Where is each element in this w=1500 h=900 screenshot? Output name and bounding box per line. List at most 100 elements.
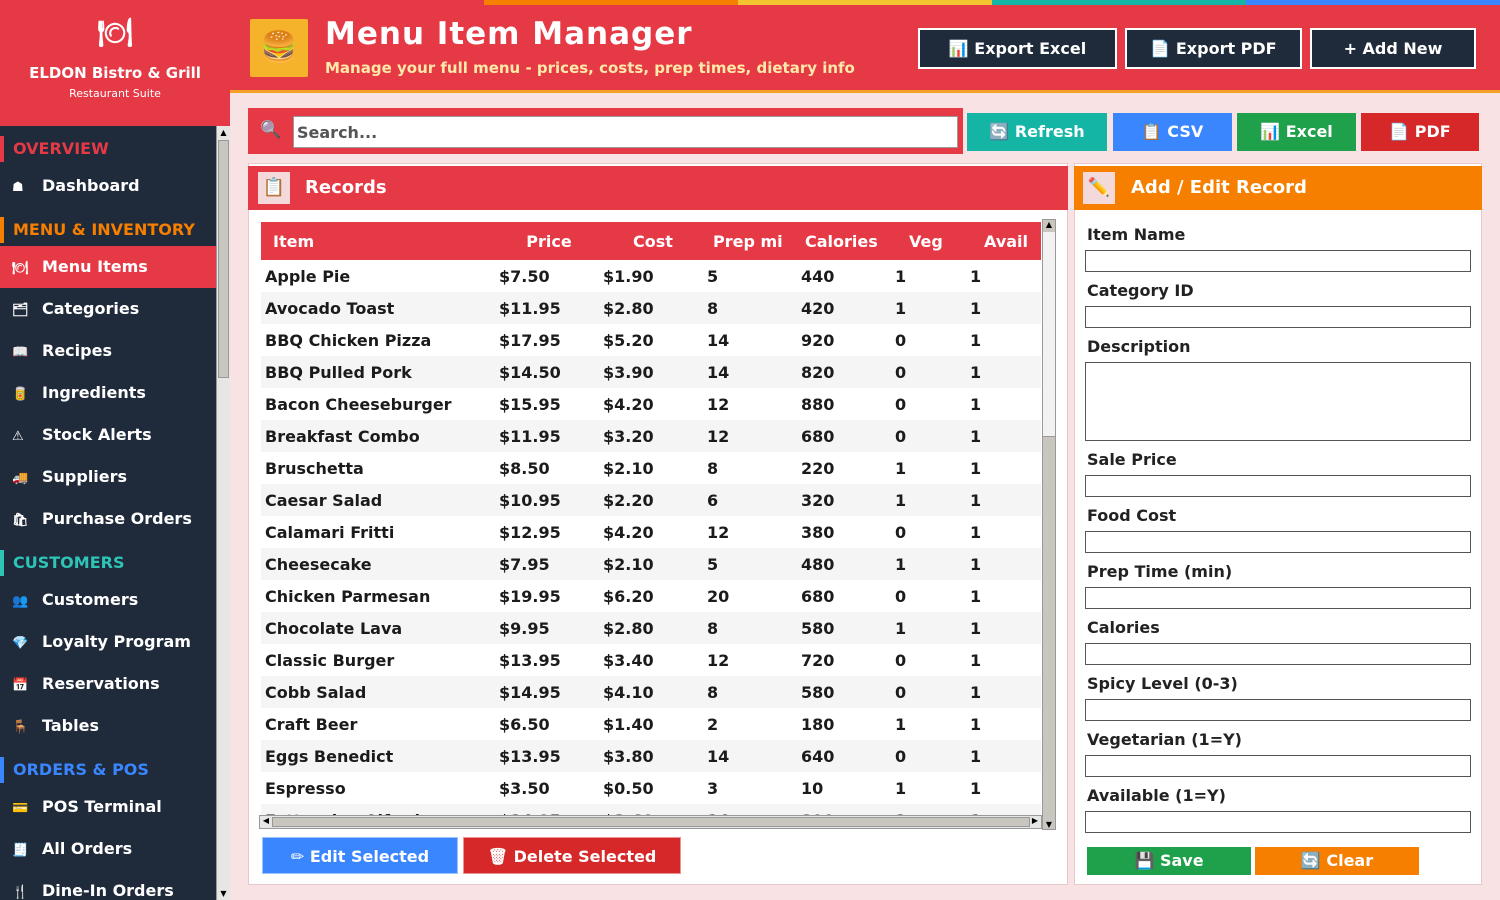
- scroll-up-arrow-icon[interactable]: ▲: [1043, 220, 1055, 229]
- table-cell: 14: [703, 740, 797, 772]
- refresh-button[interactable]: 🔄 Refresh: [967, 113, 1107, 151]
- table-cell: 12: [707, 650, 730, 670]
- table-cell: 1: [966, 292, 1041, 324]
- table-cell: 0: [895, 394, 907, 414]
- table-cell: 1: [970, 714, 982, 734]
- sidebar-scrollbar[interactable]: ▲ ▼: [216, 126, 230, 900]
- accent-stripe: [738, 0, 992, 5]
- scrollbar-thumb[interactable]: [1043, 232, 1055, 437]
- table-row[interactable]: Calamari Fritti $12.95 $4.20 12 380 0 1: [261, 516, 1041, 548]
- scroll-up-arrow-icon[interactable]: ▲: [217, 126, 230, 139]
- table-row[interactable]: BBQ Pulled Pork $14.50 $3.90 14 820 0 1: [261, 356, 1041, 388]
- column-header-avail[interactable]: Avail: [966, 222, 1041, 260]
- sidebar-item-reservations[interactable]: 📅 Reservations: [0, 663, 216, 705]
- scroll-down-arrow-icon[interactable]: ▼: [1043, 820, 1055, 829]
- table-row[interactable]: Espresso $3.50 $0.50 3 10 1 1: [261, 772, 1041, 804]
- column-header-item[interactable]: Item: [261, 222, 495, 260]
- table-row[interactable]: Breakfast Combo $11.95 $3.20 12 680 0 1: [261, 420, 1041, 452]
- sidebar-item-dashboard[interactable]: ☗ Dashboard: [0, 165, 216, 207]
- sidebar-item-stock-alerts[interactable]: ⚠ Stock Alerts: [0, 414, 216, 456]
- table-row[interactable]: BBQ Chicken Pizza $17.95 $5.20 14 920 0 1: [261, 324, 1041, 356]
- records-title: Records: [305, 177, 387, 198]
- sidebar-item-label: Dine-In Orders: [42, 881, 174, 900]
- table-row[interactable]: Eggs Benedict $13.95 $3.80 14 640 0 1: [261, 740, 1041, 772]
- save-button[interactable]: 💾 Save: [1087, 847, 1251, 875]
- nav-section-menu-inventory: MENU & INVENTORY: [0, 217, 216, 243]
- column-header-calories[interactable]: Calories: [797, 222, 891, 260]
- column-header-veg[interactable]: Veg: [891, 222, 966, 260]
- table-row[interactable]: Avocado Toast $11.95 $2.80 8 420 1 1: [261, 292, 1041, 324]
- prep-time-input[interactable]: [1085, 587, 1471, 609]
- sidebar-item-label: Stock Alerts: [42, 425, 152, 444]
- table-cell: 6: [703, 484, 797, 516]
- card-icon: 💳: [12, 801, 29, 816]
- export-pdf-button[interactable]: 📄 Export PDF: [1125, 28, 1302, 69]
- search-input[interactable]: [293, 116, 958, 148]
- table-cell: 2: [707, 714, 719, 734]
- table-header-row: Item Price Cost Prep mi Calories Veg Ava…: [261, 222, 1041, 260]
- delete-selected-button[interactable]: 🗑 Delete Selected: [463, 837, 681, 874]
- food-cost-input[interactable]: [1085, 531, 1471, 553]
- table-cell: 1: [966, 356, 1041, 388]
- scrollbar-thumb[interactable]: [218, 140, 229, 378]
- table-row[interactable]: Chocolate Lava $9.95 $2.80 8 580 1 1: [261, 612, 1041, 644]
- table-cell: $13.95: [499, 650, 561, 670]
- table-vertical-scrollbar[interactable]: ▲ ▼: [1042, 219, 1056, 830]
- sidebar-item-all-orders[interactable]: 🧾 All Orders: [0, 828, 216, 870]
- table-cell: 1: [970, 650, 982, 670]
- field-label: Sale Price: [1087, 450, 1177, 469]
- table-cell: Fettuccine Alfredo: [261, 804, 495, 815]
- vegetarian-input[interactable]: [1085, 755, 1471, 777]
- table-row[interactable]: Craft Beer $6.50 $1.40 2 180 1 1: [261, 708, 1041, 740]
- sidebar-item-label: Suppliers: [42, 467, 128, 486]
- field-label: Food Cost: [1087, 506, 1177, 525]
- sidebar-item-suppliers[interactable]: 🚚 Suppliers: [0, 456, 216, 498]
- sidebar-item-menu-items[interactable]: 🍽 Menu Items: [0, 246, 216, 288]
- table-row[interactable]: Fettuccine Alfredo$14.95$3.601489011: [261, 804, 1041, 815]
- table-cell: $5.20: [603, 330, 654, 350]
- item-name-input[interactable]: [1085, 250, 1471, 272]
- table-cell: 1: [891, 612, 966, 644]
- sidebar-item-loyalty-program[interactable]: 💎 Loyalty Program: [0, 621, 216, 663]
- table-row[interactable]: Bruschetta $8.50 $2.10 8 220 1 1: [261, 452, 1041, 484]
- sidebar-item-categories[interactable]: 🗂 Categories: [0, 288, 216, 330]
- sale-price-input[interactable]: [1085, 475, 1471, 497]
- table-cell: $4.20: [603, 394, 654, 414]
- scroll-left-arrow-icon[interactable]: ◀: [260, 816, 272, 825]
- table-row[interactable]: Apple Pie $7.50 $1.90 5 440 1 1: [261, 260, 1041, 292]
- table-row[interactable]: Caesar Salad $10.95 $2.20 6 320 1 1: [261, 484, 1041, 516]
- pdf-button[interactable]: 📄 PDF: [1361, 113, 1479, 151]
- sidebar-item-recipes[interactable]: 📖 Recipes: [0, 330, 216, 372]
- export-excel-button[interactable]: 📊 Export Excel: [918, 28, 1117, 69]
- table-row[interactable]: Classic Burger $13.95 $3.40 12 720 0 1: [261, 644, 1041, 676]
- sidebar-item-dine-in-orders[interactable]: 🍴 Dine-In Orders: [0, 870, 216, 900]
- sidebar-item-pos-terminal[interactable]: 💳 POS Terminal: [0, 786, 216, 828]
- sidebar-item-purchase-orders[interactable]: 🛍 Purchase Orders: [0, 498, 216, 540]
- column-header-price[interactable]: Price: [495, 222, 599, 260]
- sidebar-item-tables[interactable]: 🪑 Tables: [0, 705, 216, 747]
- column-header-prep[interactable]: Prep mi: [703, 222, 797, 260]
- table-row[interactable]: Cobb Salad $14.95 $4.10 8 580 0 1: [261, 676, 1041, 708]
- table-row[interactable]: Bacon Cheeseburger $15.95 $4.20 12 880 0 1: [261, 388, 1041, 420]
- edit-selected-button[interactable]: ✏ Edit Selected: [262, 837, 458, 874]
- table-row[interactable]: Chicken Parmesan $19.95 $6.20 20 680 0 1: [261, 580, 1041, 612]
- calories-input[interactable]: [1085, 643, 1471, 665]
- add-new-button[interactable]: + Add New: [1310, 28, 1476, 69]
- csv-button[interactable]: 📋 CSV: [1113, 113, 1232, 151]
- sidebar-item-ingredients[interactable]: 🥫 Ingredients: [0, 372, 216, 414]
- excel-button[interactable]: 📊 Excel: [1237, 113, 1356, 151]
- clear-button[interactable]: 🔄 Clear: [1255, 847, 1419, 875]
- sidebar-item-customers[interactable]: 👥 Customers: [0, 579, 216, 621]
- column-header-cost[interactable]: Cost: [599, 222, 703, 260]
- available-input[interactable]: [1085, 811, 1471, 833]
- scroll-down-arrow-icon[interactable]: ▼: [217, 887, 230, 900]
- scroll-right-arrow-icon[interactable]: ▶: [1029, 816, 1041, 825]
- scrollbar-thumb[interactable]: [272, 817, 1030, 827]
- table-cell: $3.60: [599, 804, 703, 815]
- table-row[interactable]: Cheesecake $7.95 $2.10 5 480 1 1: [261, 548, 1041, 580]
- spicy-level-input[interactable]: [1085, 699, 1471, 721]
- category-id-input[interactable]: [1085, 306, 1471, 328]
- table-cell: 820: [797, 356, 891, 388]
- description-textarea[interactable]: [1085, 362, 1471, 441]
- table-horizontal-scrollbar[interactable]: ◀ ▶: [259, 815, 1042, 829]
